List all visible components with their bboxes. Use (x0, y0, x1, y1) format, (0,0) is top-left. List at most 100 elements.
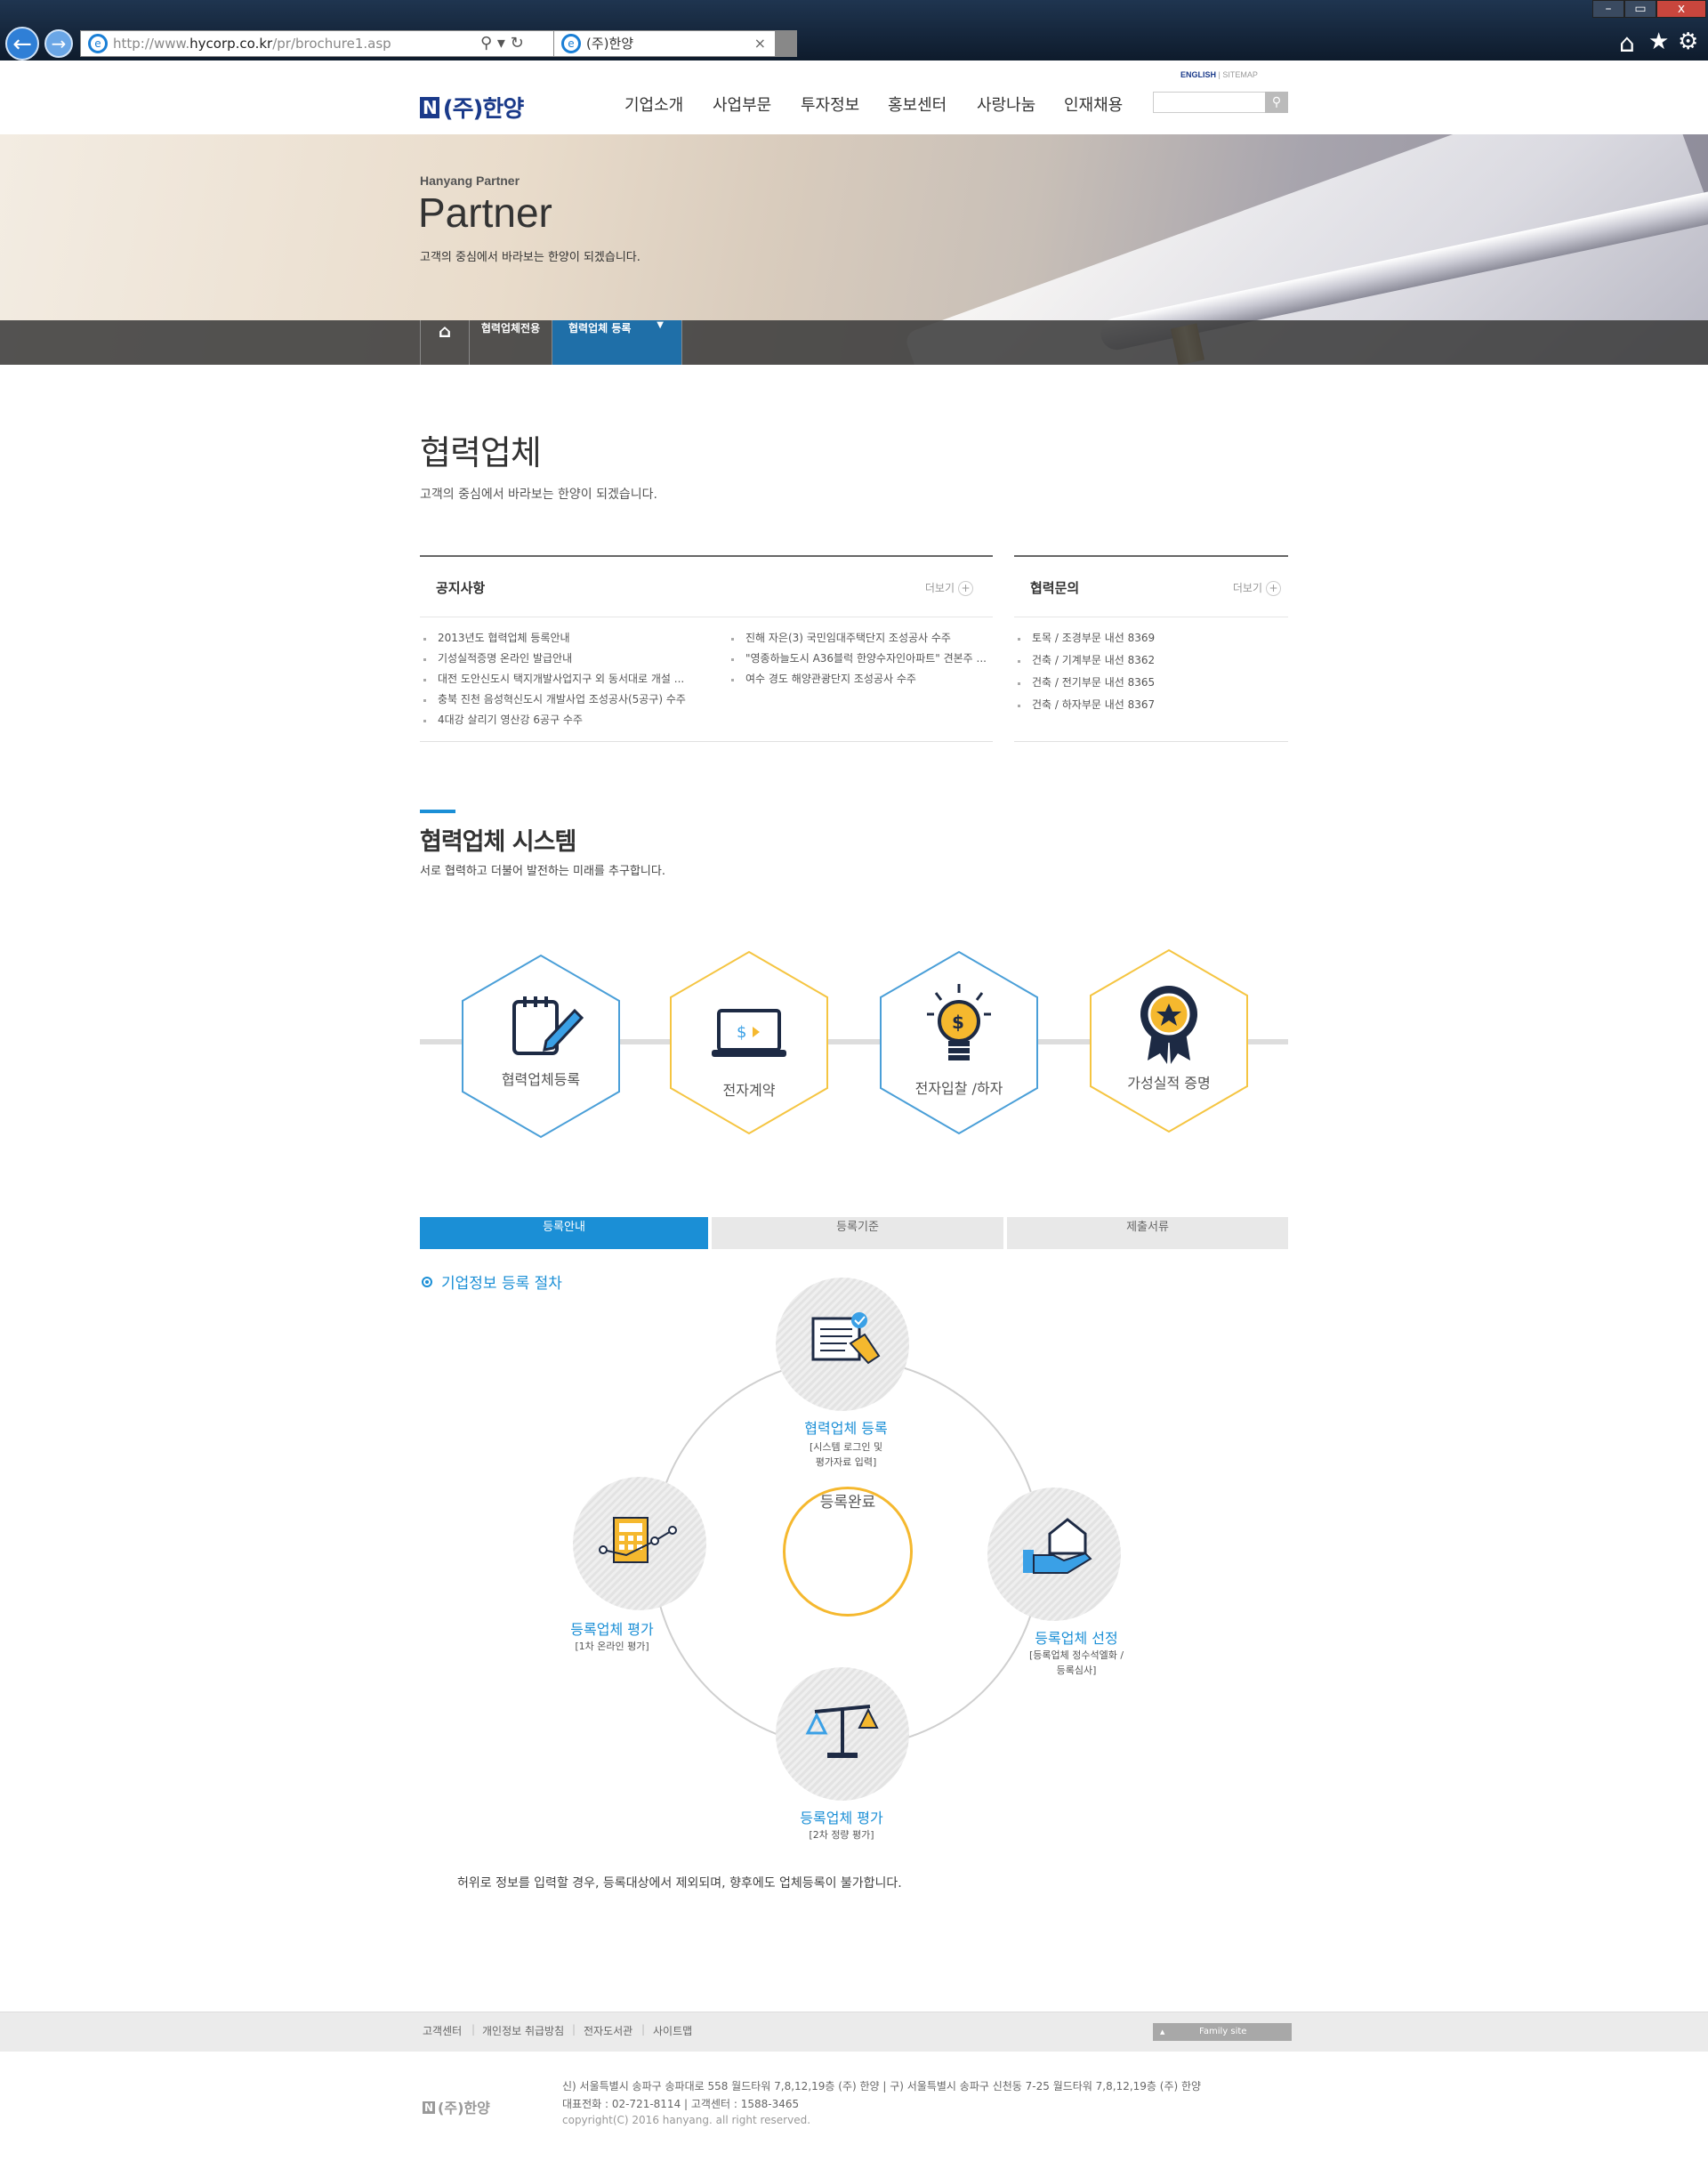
gnb-sharing[interactable]: 사랑나눔 (977, 93, 1035, 116)
lnb-partner-only[interactable]: 협력업체전용 (470, 320, 552, 365)
bullet-circle-icon (422, 1277, 432, 1287)
process-notice: 허위로 정보를 입력할 경우, 등록대상에서 제외되며, 향후에도 업체등록이 … (457, 1876, 902, 1891)
notice-more-button[interactable]: 더보기 + (925, 580, 973, 596)
url-domain: hycorp.co.kr (189, 36, 273, 52)
footer-library[interactable]: 전자도서관 (584, 2023, 632, 2038)
address-bar-icons[interactable]: ⚲ ▾ ↻ (480, 30, 524, 57)
gnb-pr-center[interactable]: 홍보센터 (888, 93, 947, 116)
favorites-star-icon[interactable]: ★ (1648, 28, 1669, 55)
footer-separator: | (471, 2023, 476, 2036)
system-title: 협력업체 시스템 (420, 828, 576, 856)
hero-desc: 고객의 중심에서 바라보는 한양이 되겠습니다. (420, 251, 640, 264)
notice-item[interactable]: 2013년도 협력업체 등록안내 (422, 628, 715, 649)
step-desc-line2: 등록심사] (1056, 1665, 1097, 1676)
step-desc-line2: 평가자료 입력] (815, 1456, 877, 1468)
maximize-button[interactable]: ▭ (1624, 0, 1656, 18)
process-title-text: 기업정보 등록 절차 (441, 1275, 562, 1293)
plus-icon: + (1266, 581, 1281, 596)
step-title: 등록업체 평가 (570, 1621, 654, 1638)
gnb-investment[interactable]: 투자정보 (801, 93, 859, 116)
step-second-evaluation[interactable] (776, 1667, 909, 1801)
step-title: 협력업체 등록 (804, 1420, 888, 1437)
step-title: 등록업체 선정 (1035, 1630, 1118, 1647)
english-link[interactable]: ENGLISH (1180, 70, 1216, 79)
tab-close-icon[interactable]: × (754, 31, 766, 56)
notice-list-left: 2013년도 협력업체 등록안내 기성실적증명 온라인 발급안내 대전 도안신도… (422, 628, 715, 730)
svg-text:$: $ (952, 1012, 964, 1033)
notice-item[interactable]: 대전 도안신도시 택지개발사업지구 외 동서대로 개설 ... (422, 669, 715, 689)
sitemap-link[interactable]: SITEMAP (1222, 70, 1258, 79)
chevron-down-icon: ▼ (657, 320, 664, 330)
home-icon[interactable]: ⌂ (1619, 28, 1635, 58)
notice-more-label: 더보기 (924, 582, 955, 594)
gnb-business[interactable]: 사업부문 (713, 93, 771, 116)
step-desc: [시스템 로그인 및 평가자료 입력] (739, 1439, 953, 1470)
footer-customer-center[interactable]: 고객센터 (423, 2023, 462, 2038)
plus-icon: + (958, 581, 973, 596)
tab-submission-docs[interactable]: 제출서류 (1007, 1217, 1288, 1249)
lnb-current-label: 협력업체 등록 (568, 322, 632, 335)
lnb-home-button[interactable]: ⌂ (420, 320, 470, 365)
tab-title: (주)한양 (586, 36, 634, 52)
step-first-evaluation[interactable] (573, 1477, 706, 1610)
back-arrow-icon: ← (12, 31, 32, 58)
footer-links-bar (0, 2012, 1708, 2052)
minimize-button[interactable]: – (1592, 0, 1624, 18)
inquiry-more-button[interactable]: 더보기 + (1233, 580, 1281, 596)
tab-registration-criteria[interactable]: 등록기준 (712, 1217, 1003, 1249)
hex-label: 가성실적 증명 (1127, 1075, 1211, 1092)
gnb-recruit[interactable]: 인재채용 (1064, 93, 1123, 116)
search-input[interactable]: ⚲ (1153, 92, 1288, 113)
inquiry-title: 협력문의 (1030, 580, 1080, 596)
page-title: 협력업체 (420, 433, 542, 472)
scale-icon (805, 1705, 879, 1758)
logo-text: (주)한양 (442, 96, 525, 123)
footer-privacy-policy[interactable]: 개인정보 취급방침 (482, 2023, 564, 2038)
hex-e-contract[interactable]: $ 전자계약 (669, 950, 829, 1135)
award-badge-icon (1140, 986, 1197, 1064)
notice-item[interactable]: 진해 자은(3) 국민임대주택단지 조성공사 수주 (729, 628, 987, 649)
registration-complete-circle: 등록완료 (783, 1487, 913, 1617)
ie-icon: e (88, 34, 108, 53)
inquiry-more-label: 더보기 (1232, 582, 1262, 594)
forward-button[interactable]: → (44, 29, 73, 58)
browser-chrome: ← → e http://www.hycorp.co.kr/pr/brochur… (0, 0, 1708, 60)
hex-partner-register[interactable]: 협력업체등록 (461, 954, 621, 1139)
family-site-select[interactable]: Family site (1153, 2023, 1292, 2041)
notice-item[interactable]: 4대강 살리기 영산강 6공구 수주 (422, 710, 715, 730)
notice-item[interactable]: 기성실적증명 온라인 발급안내 (422, 649, 715, 669)
tab-registration-guide[interactable]: 등록안내 (420, 1217, 708, 1249)
hero-title: Partner (418, 189, 552, 236)
footer-copyright: copyright(C) 2016 hanyang. all right res… (562, 2114, 811, 2126)
url-prefix: http://www. (113, 36, 190, 52)
notice-item[interactable]: 여수 경도 해양관광단지 조성공사 수주 (729, 669, 987, 689)
step-desc: [2차 정량 평가] (809, 1829, 874, 1841)
footer-sitemap[interactable]: 사이트맵 (653, 2023, 692, 2038)
gnb-company[interactable]: 기업소개 (624, 93, 683, 116)
document-pen-icon (811, 1312, 881, 1365)
hex-performance-cert[interactable]: 가성실적 증명 (1089, 948, 1249, 1133)
notice-item[interactable]: 충북 진천 음성혁신도시 개발사업 조성공사(5공구) 수주 (422, 689, 715, 710)
inquiry-item: 건축 / 기계부문 내선 8362 (1016, 650, 1283, 673)
tab-ie-icon: e (561, 34, 581, 53)
notice-list-right: 진해 자은(3) 국민임대주택단지 조성공사 수주 "영종하늘도시 A36블럭 … (729, 628, 987, 689)
notepad-pencil-icon (512, 996, 584, 1055)
notice-board: 공지사항 더보기 + 2013년도 협력업체 등록안내 기성실적증명 온라인 발급… (420, 555, 993, 742)
new-tab-button[interactable] (776, 30, 797, 57)
close-window-button[interactable]: x (1656, 0, 1706, 18)
notice-header: 공지사항 더보기 + (420, 557, 993, 617)
tools-gear-icon[interactable]: ⚙ (1678, 28, 1698, 55)
hex-e-bidding[interactable]: $ 전자입찰 /하자 (879, 950, 1039, 1135)
notice-title: 공지사항 (436, 580, 486, 596)
hanyang-logo[interactable]: N (주)한양 (420, 91, 525, 124)
lnb-partner-register[interactable]: 협력업체 등록 ▼ (552, 320, 682, 365)
util-links: ENGLISH | SITEMAP (1180, 70, 1258, 79)
step-partner-select[interactable] (987, 1488, 1121, 1621)
back-button[interactable]: ← (5, 27, 39, 60)
footer-separator: | (572, 2023, 576, 2036)
step-partner-register[interactable] (776, 1278, 909, 1411)
search-icon[interactable]: ⚲ (1265, 92, 1288, 113)
notice-item[interactable]: "영종하늘도시 A36블럭 한양수자인아파트" 견본주 ... (729, 649, 987, 669)
browser-tab[interactable]: e (주)한양 × (553, 30, 776, 57)
process-title: 기업정보 등록 절차 (422, 1270, 562, 1293)
